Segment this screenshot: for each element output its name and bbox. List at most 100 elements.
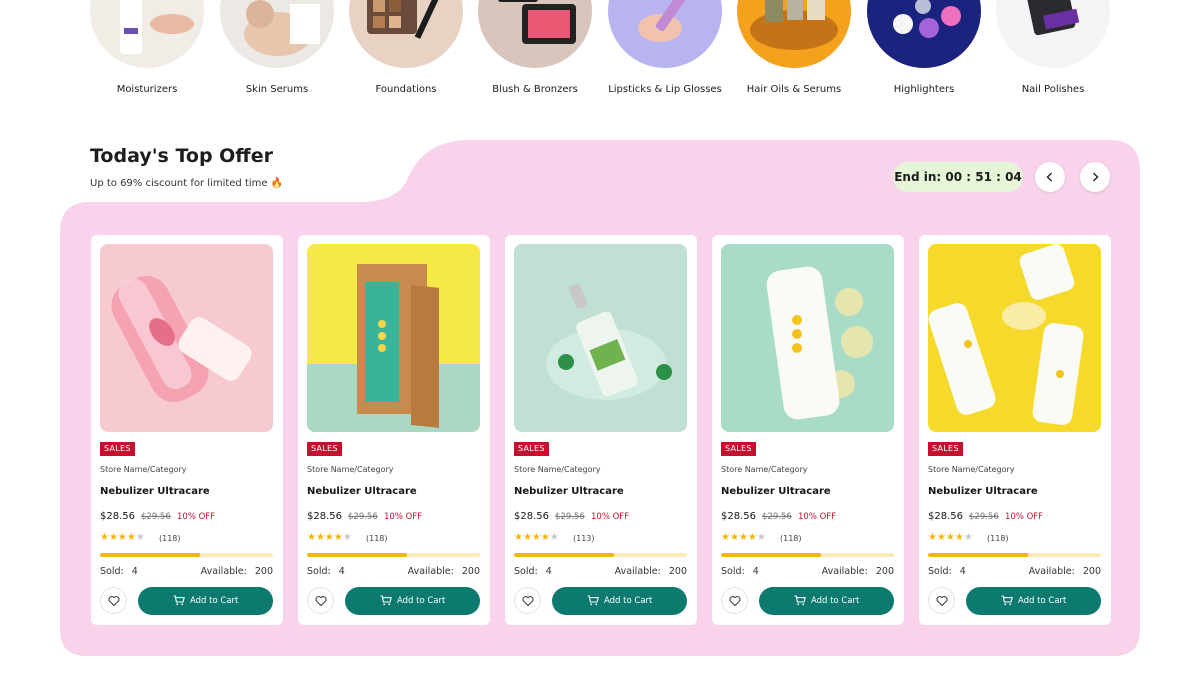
rating-stars: ★★★★★ [100,532,145,543]
wishlist-button[interactable] [514,587,541,614]
cart-icon [794,595,806,606]
product-price: $28.56 [100,511,135,522]
foundation-photo[interactable] [349,0,463,68]
store-category[interactable]: Store Name/Category [307,465,394,474]
sold-count: Sold: 4 [100,566,138,577]
sold-progress [928,553,1101,557]
available-count: Available: 200 [614,566,687,577]
review-count: (118) [780,534,802,543]
add-to-cart-label: Add to Cart [397,596,446,606]
product-image[interactable] [307,244,480,432]
cart-icon [173,595,185,606]
highlighter-photo[interactable] [867,0,981,68]
star-icon: ★★★★ [721,532,757,543]
add-to-cart-button[interactable]: Add to Cart [138,587,273,615]
add-to-cart-label: Add to Cart [190,596,239,606]
sold-progress-fill [307,553,408,557]
original-price: $29.56 [555,512,585,522]
add-to-cart-button[interactable]: Add to Cart [552,587,687,615]
sales-badge: SALES [100,442,135,456]
discount-label: 10% OFF [591,512,630,522]
available-count: Available: 200 [200,566,273,577]
nail-polish-photo[interactable] [996,0,1110,68]
cart-icon [1001,595,1013,606]
hair-oil-photo[interactable] [737,0,851,68]
discount-label: 10% OFF [384,512,423,522]
sales-badge: SALES [514,442,549,456]
review-count: (113) [573,534,595,543]
sold-progress [100,553,273,557]
product-card[interactable]: SALES Store Name/Category Nebulizer Ultr… [505,235,697,625]
category-label: Skin Serums [245,84,309,95]
carousel-next-button[interactable] [1080,162,1110,192]
discount-label: 10% OFF [177,512,216,522]
moisturizer-photo[interactable] [90,0,204,68]
product-card[interactable]: SALES Store Name/Category Nebulizer Ultr… [919,235,1111,625]
blush-photo[interactable] [478,0,592,68]
product-price: $28.56 [307,511,342,522]
available-count: Available: 200 [1028,566,1101,577]
product-image[interactable] [721,244,894,432]
original-price: $29.56 [348,512,378,522]
original-price: $29.56 [762,512,792,522]
store-category[interactable]: Store Name/Category [721,465,808,474]
add-to-cart-button[interactable]: Add to Cart [759,587,894,615]
lipstick-photo[interactable] [608,0,722,68]
review-count: (118) [366,534,388,543]
product-card[interactable]: SALES Store Name/Category Nebulizer Ultr… [712,235,904,625]
sold-progress-fill [721,553,822,557]
star-icon: ★★★★ [100,532,136,543]
heart-icon [522,596,534,607]
product-name[interactable]: Nebulizer Ultracare [928,486,1038,497]
wishlist-button[interactable] [100,587,127,614]
product-price: $28.56 [721,511,756,522]
review-count: (118) [987,534,1009,543]
store-category[interactable]: Store Name/Category [928,465,1015,474]
category-label: Blush & Bronzers [492,84,578,95]
offer-title: Today's Top Offer [90,145,273,167]
add-to-cart-button[interactable]: Add to Cart [345,587,480,615]
wishlist-button[interactable] [307,587,334,614]
sold-count: Sold: 4 [721,566,759,577]
category-row: Moisturizers Skin Serums Foundations Blu… [0,0,1200,110]
rating-stars: ★★★★★ [307,532,352,543]
product-name[interactable]: Nebulizer Ultracare [100,486,210,497]
category-label: Foundations [375,84,437,95]
wishlist-button[interactable] [928,587,955,614]
category-label: Highlighters [893,84,955,95]
product-name[interactable]: Nebulizer Ultracare [307,486,417,497]
category-label: Nail Polishes [1021,84,1085,95]
add-to-cart-label: Add to Cart [1018,596,1067,606]
sales-badge: SALES [307,442,342,456]
category-label: Moisturizers [116,84,178,95]
sold-progress [514,553,687,557]
skin-serum-photo[interactable] [220,0,334,68]
product-image[interactable] [928,244,1101,432]
wishlist-button[interactable] [721,587,748,614]
countdown-timer: End in: 00 : 51 : 04 [893,162,1023,192]
available-count: Available: 200 [407,566,480,577]
product-image[interactable] [100,244,273,432]
sold-progress-fill [928,553,1029,557]
star-empty-icon: ★ [135,532,145,543]
product-card[interactable]: SALES Store Name/Category Nebulizer Ultr… [298,235,490,625]
original-price: $29.56 [969,512,999,522]
category-label: Lipsticks & Lip Glosses [608,84,722,95]
star-empty-icon: ★ [342,532,352,543]
star-icon: ★★★★ [514,532,550,543]
add-to-cart-label: Add to Cart [604,596,653,606]
sold-progress-fill [514,553,615,557]
heart-icon [729,596,741,607]
add-to-cart-button[interactable]: Add to Cart [966,587,1101,615]
product-image[interactable] [514,244,687,432]
rating-stars: ★★★★★ [928,532,973,543]
discount-label: 10% OFF [798,512,837,522]
cart-icon [380,595,392,606]
product-card[interactable]: SALES Store Name/Category Nebulizer Ultr… [91,235,283,625]
store-category[interactable]: Store Name/Category [514,465,601,474]
carousel-prev-button[interactable] [1035,162,1065,192]
product-name[interactable]: Nebulizer Ultracare [721,486,831,497]
store-category[interactable]: Store Name/Category [100,465,187,474]
product-name[interactable]: Nebulizer Ultracare [514,486,624,497]
rating-stars: ★★★★★ [514,532,559,543]
